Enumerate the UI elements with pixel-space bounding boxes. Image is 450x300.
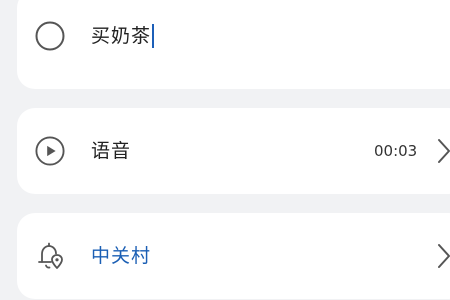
voice-row[interactable]: 语音 00:03: [17, 108, 450, 194]
chevron-right-icon[interactable]: [437, 243, 450, 269]
bell-location-icon: [35, 241, 65, 271]
voice-card[interactable]: 语音 00:03: [17, 108, 450, 194]
location-label: 中关村: [91, 245, 152, 267]
location-row[interactable]: 中关村: [17, 213, 450, 299]
text-caret: [152, 24, 155, 48]
voice-duration: 00:03: [374, 142, 418, 160]
circle-outline-icon[interactable]: [35, 21, 65, 51]
task-card: 买奶茶: [17, 0, 450, 89]
task-title: 买奶茶: [91, 25, 152, 47]
task-title-field[interactable]: 买奶茶: [91, 24, 155, 48]
play-circle-icon[interactable]: [35, 136, 65, 166]
voice-label: 语音: [91, 140, 132, 162]
location-card[interactable]: 中关村: [17, 213, 450, 299]
task-row: 买奶茶: [17, 0, 450, 72]
chevron-right-icon[interactable]: [437, 138, 450, 164]
